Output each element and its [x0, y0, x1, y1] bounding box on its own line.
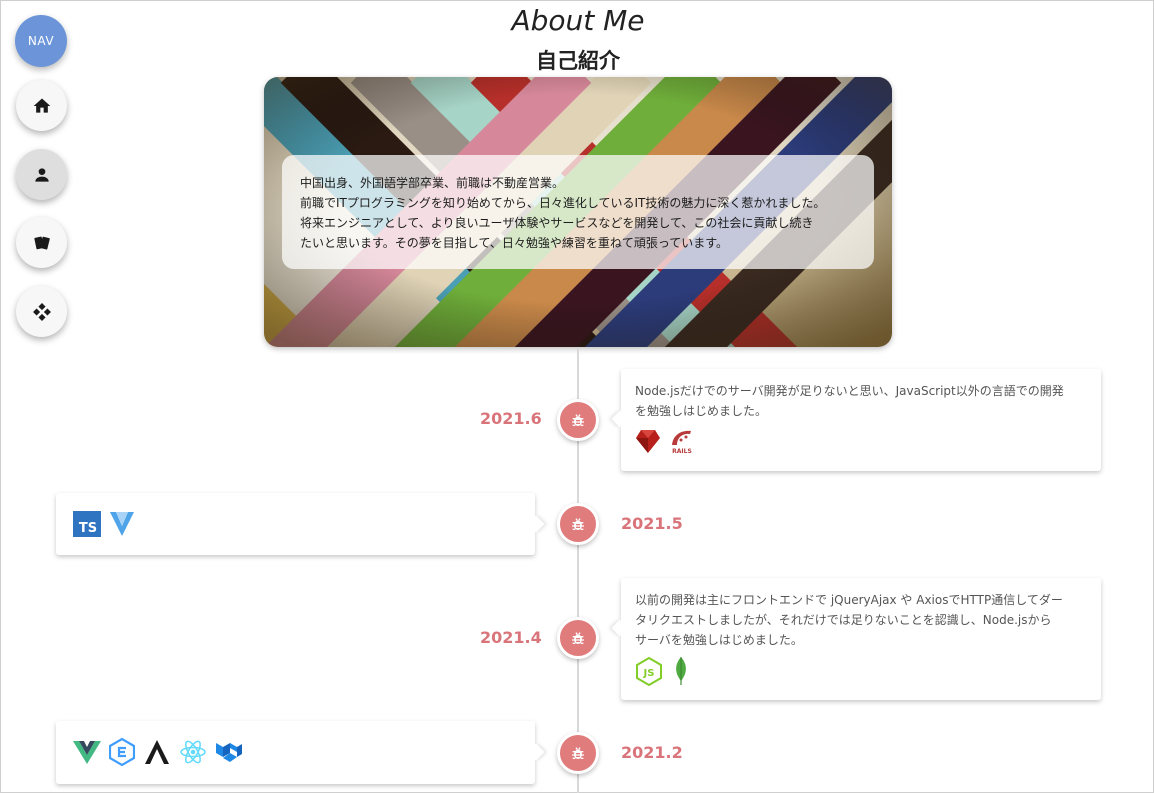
intro-text-box: 中国出身、外国語学部卒業、前職は不動産営業。 前職でITプログラミングを知り始め… [282, 155, 874, 269]
person-icon [34, 167, 49, 182]
page-subtitle: 自己紹介 [536, 49, 620, 73]
timeline-text: Node.jsだけでのサーバ開発が足りないと思い、JavaScript以外の言語… [635, 384, 1064, 398]
home-icon [33, 98, 50, 113]
material-ui-icon [216, 743, 242, 762]
bug-icon [572, 747, 584, 759]
vite-icon [110, 512, 134, 536]
typescript-icon: TS [73, 511, 101, 537]
timeline-marker [557, 732, 599, 774]
nav-skills-button[interactable] [16, 286, 67, 337]
ant-design-icon [145, 740, 169, 764]
svg-text:RAILS: RAILS [672, 448, 692, 455]
bug-icon [572, 414, 584, 426]
svg-text:JS: JS [643, 668, 655, 679]
page-title: About Me [511, 4, 645, 37]
intro-line: たいと思います。その夢を目指して、日々勉強や練習を重ねて頑張っています。 [300, 236, 729, 250]
react-icon [180, 740, 206, 764]
timeline-date: 2021.6 [480, 409, 542, 428]
bug-icon [572, 518, 584, 530]
timeline-date: 2021.5 [621, 514, 683, 533]
intro-line: 中国出身、外国語学部卒業、前職は不動産営業。 [300, 176, 565, 190]
timeline-marker [557, 399, 599, 441]
timeline-card [56, 721, 535, 784]
timeline-text: 以前の開発は主にフロントエンドで jQueryAjax や AxiosでHTTP… [635, 593, 1063, 607]
nav-works-button[interactable] [16, 217, 67, 268]
timeline-text: サーバを勉強しはじめました。 [635, 633, 803, 647]
ruby-icon [636, 430, 660, 453]
timeline-card: TS [56, 493, 535, 555]
timeline-card: Node.jsだけでのサーバ開発が足りないと思い、JavaScript以外の言語… [621, 369, 1101, 471]
rails-icon: RAILS [672, 430, 692, 455]
intro-line: 将来エンジニアとして、より良いユーザ体験やサービスなどを開発して、この社会に貢献… [300, 216, 814, 230]
cards-icon [33, 236, 50, 249]
timeline-marker [557, 617, 599, 659]
nav-about-button[interactable] [16, 149, 67, 200]
nav-home-button[interactable] [16, 80, 67, 131]
element-icon [109, 738, 135, 766]
timeline-marker [557, 503, 599, 545]
nodejs-icon: JS [636, 656, 662, 686]
mongodb-icon [676, 657, 686, 685]
bug-icon [572, 632, 584, 644]
timeline-date: 2021.2 [621, 743, 683, 762]
svg-text:TS: TS [79, 521, 97, 536]
intro-card: 中国出身、外国語学部卒業、前職は不動産営業。 前職でITプログラミングを知り始め… [264, 77, 892, 347]
timeline-card: 以前の開発は主にフロントエンドで jQueryAjax や AxiosでHTTP… [621, 578, 1101, 700]
timeline-date: 2021.4 [480, 628, 542, 647]
timeline-text: タリクエストしましたが、それだけでは足りないことを認識し、Node.jsから [635, 613, 1052, 627]
vue-icon [73, 741, 101, 764]
timeline-text: を勉強しはじめました。 [635, 404, 768, 418]
apps-icon [32, 302, 51, 321]
intro-line: 前職でITプログラミングを知り始めてから、日々進化しているIT技術の魅力に深く惹… [300, 196, 826, 210]
